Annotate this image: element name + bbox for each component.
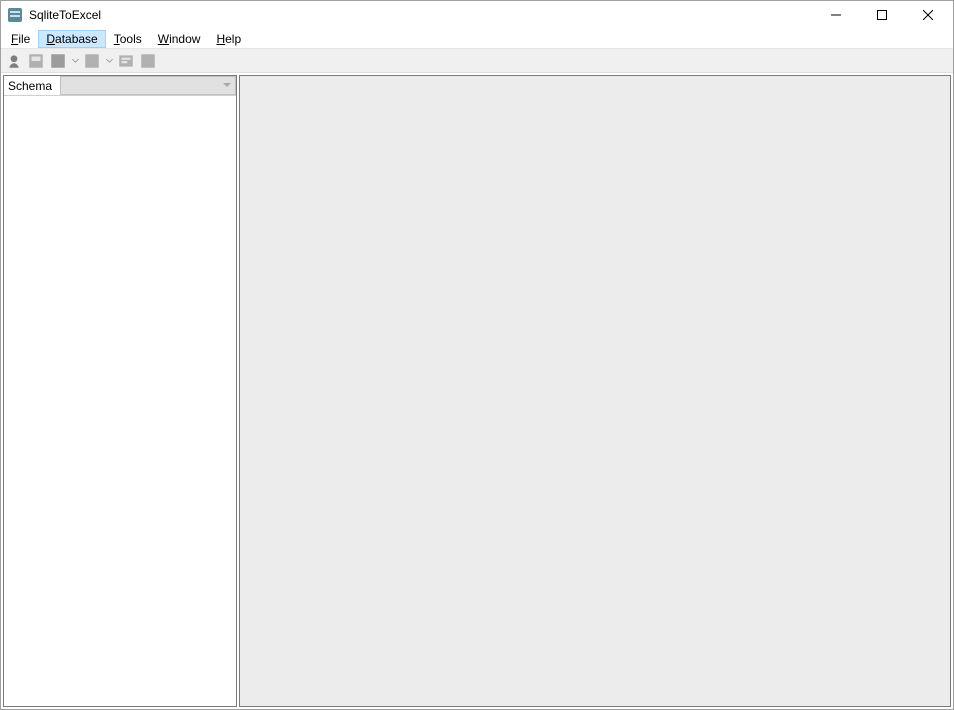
schema-tree[interactable] (4, 96, 236, 706)
menu-file[interactable]: File (3, 30, 38, 48)
menu-window[interactable]: Window (150, 30, 209, 48)
menu-tools[interactable]: Tools (106, 30, 150, 48)
open-icon[interactable] (27, 52, 45, 70)
minimize-button[interactable] (813, 1, 859, 29)
schema-label: Schema (4, 76, 60, 95)
chevron-down-icon (223, 83, 231, 88)
chevron-down-icon[interactable] (105, 52, 113, 70)
main-panel (239, 75, 951, 707)
app-icon (7, 7, 23, 23)
window-title: SqliteToExcel (29, 8, 101, 22)
maximize-button[interactable] (859, 1, 905, 29)
content-area: Schema (1, 73, 953, 709)
menu-help[interactable]: Help (208, 30, 249, 48)
export-icon[interactable] (49, 52, 67, 70)
side-panel: Schema (3, 75, 237, 707)
query-icon[interactable] (117, 52, 135, 70)
close-button[interactable] (905, 1, 951, 29)
schema-row: Schema (4, 76, 236, 96)
chevron-down-icon[interactable] (71, 52, 79, 70)
toolbar (1, 49, 953, 73)
schema-combobox[interactable] (60, 76, 236, 95)
stop-icon[interactable] (139, 52, 157, 70)
menubar: FileDatabaseToolsWindowHelp (1, 29, 953, 49)
titlebar: SqliteToExcel (1, 1, 953, 29)
window-controls (813, 1, 951, 29)
connect-icon[interactable] (5, 52, 23, 70)
square-icon[interactable] (83, 52, 101, 70)
menu-database[interactable]: Database (38, 30, 105, 48)
